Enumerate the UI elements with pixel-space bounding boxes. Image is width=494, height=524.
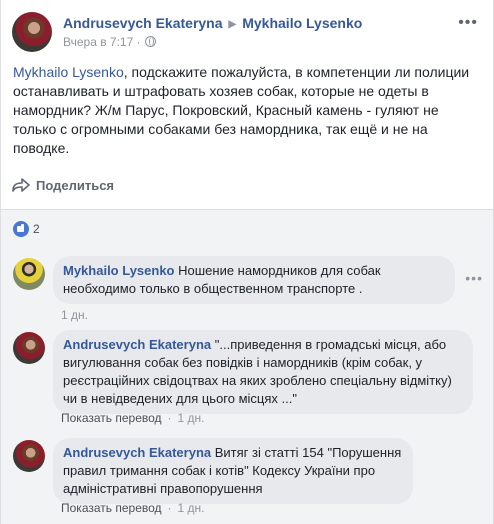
post-header: Andrusevych Ekateryna ▶ Mykhailo Lysenko В… [12,12,482,54]
comment-actions: 1 дн. [61,308,88,322]
comment-actions: Показать перевод · 1 дн. [61,411,205,425]
translate-link[interactable]: Показать перевод [61,411,162,425]
comment-actions: Показать перевод · 1 дн. [61,501,205,515]
comment-author[interactable]: Andrusevych Ekateryna [63,337,211,352]
share-button[interactable]: Поделиться [12,178,114,198]
more-dots-icon[interactable]: ••• [458,14,478,32]
comment-bubble: Mykhailo Lysenko Ношение намордников для… [53,256,455,304]
comment-bubble: Andrusevych Ekateryna "...приведення в г… [53,330,473,414]
separator-dot: · [167,411,172,425]
reaction-summary[interactable]: 2 [13,221,40,237]
share-arrow-icon [12,178,30,192]
translate-link[interactable]: Показать перевод [61,501,162,515]
author-avatar[interactable] [12,12,52,52]
commenter-avatar[interactable] [13,332,45,364]
post-meta: Вчера в 7:17 · [63,35,156,49]
comment-bubble: Andrusevych Ekateryna Витяг зі статті 15… [53,438,413,504]
like-icon [13,221,29,237]
reaction-count: 2 [33,222,40,236]
commenter-avatar[interactable] [13,440,45,472]
mention-link[interactable]: Mykhailo Lysenko [13,64,124,80]
share-label: Поделиться [36,178,115,193]
comment-more-icon[interactable]: ••• [465,270,483,286]
post-timestamp[interactable]: Вчера в 7:17 [63,35,133,49]
post-body: Mykhailo Lysenko, подскажите пожалуйста,… [13,63,481,158]
separator-dot: · [167,501,172,515]
comment-author[interactable]: Andrusevych Ekateryna [63,445,211,460]
commenter-avatar[interactable] [13,258,45,290]
globe-icon[interactable] [144,36,156,47]
post-title: Andrusevych Ekateryna ▶ Mykhailo Lysenko [63,15,362,31]
arrow-right-icon: ▶ [228,19,237,30]
post-card: Andrusevych Ekateryna ▶ Mykhailo Lysenko В… [0,0,494,524]
comments-section: 2 Mykhailo Lysenko Ношение намордников д… [1,210,493,524]
post-target-link[interactable]: Mykhailo Lysenko [242,15,362,31]
post-author-link[interactable]: Andrusevych Ekateryna [63,15,223,31]
comment-time[interactable]: 1 дн. [178,501,205,515]
comment-time[interactable]: 1 дн. [178,411,205,425]
comment-time[interactable]: 1 дн. [61,308,88,322]
comment-author[interactable]: Mykhailo Lysenko [63,263,175,278]
